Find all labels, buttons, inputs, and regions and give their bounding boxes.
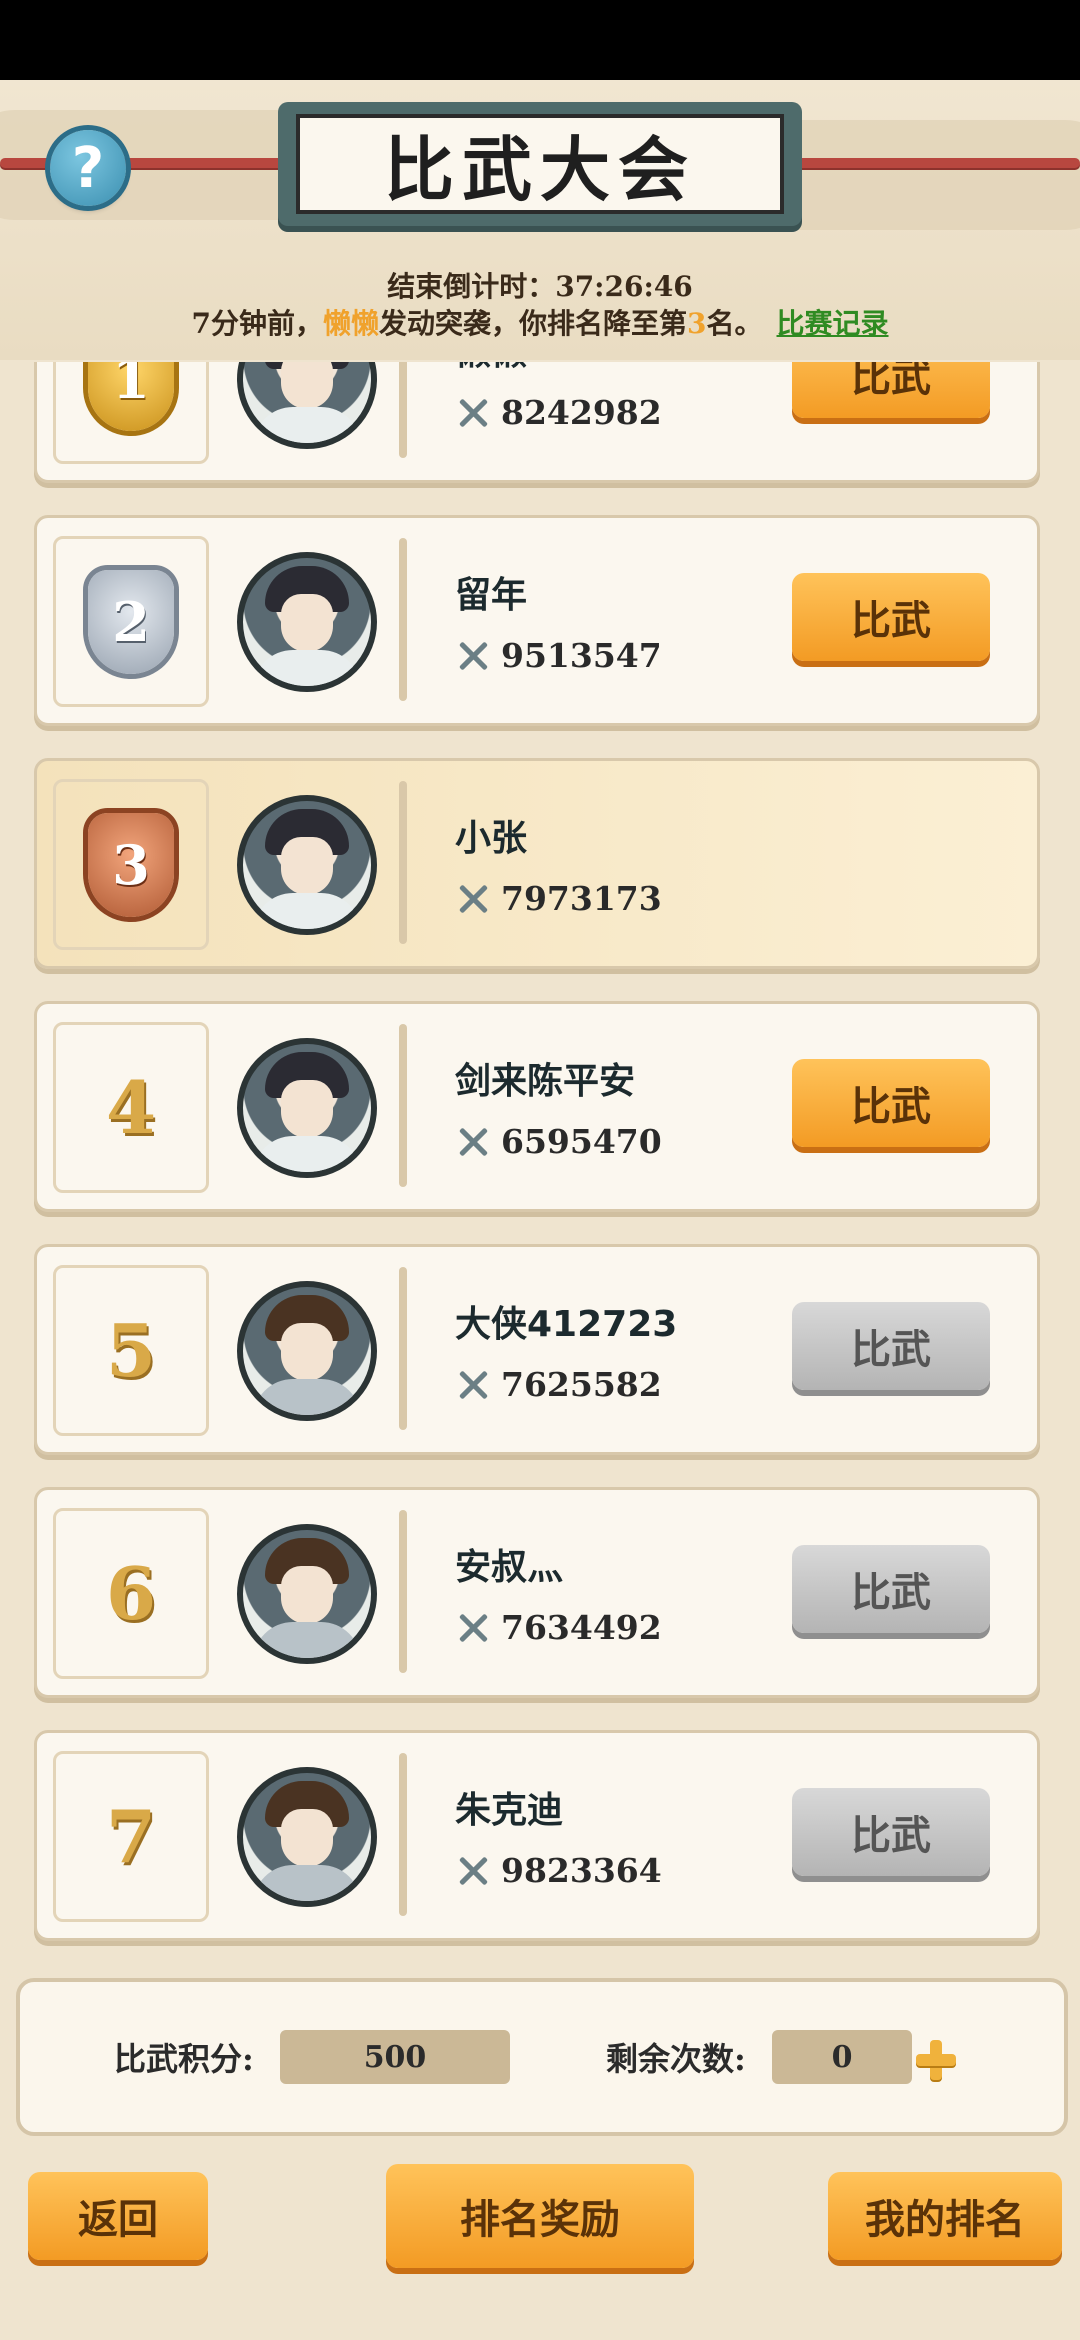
power-number: 8242982 (501, 393, 662, 432)
power-value: 7625582 (455, 1365, 662, 1404)
player-name: 小张 (455, 818, 528, 859)
crossed-swords-icon (455, 638, 491, 674)
attack-notice: 7分钟前，懒懒发动突袭，你排名降至第3名。 比赛记录 (0, 302, 1080, 342)
crossed-swords-icon (455, 1610, 491, 1646)
ranking-row: 7 朱克迪 9823364 比武 (34, 1730, 1040, 1941)
ranking-reward-button[interactable]: 排名奖励 (386, 2164, 694, 2268)
rank-number: 6 (105, 1551, 157, 1636)
countdown: 结束倒计时：37:26:46 (0, 265, 1080, 305)
rank-number: 5 (105, 1308, 157, 1393)
power-number: 7625582 (501, 1365, 662, 1404)
challenge-button[interactable]: 比武 (792, 362, 990, 418)
points-value: 500 (280, 2030, 510, 2084)
question-icon: ? (71, 135, 105, 201)
player-name: 朱克迪 (455, 1790, 564, 1831)
score-panel: 比武积分: 500 剩余次数: 0 (16, 1978, 1068, 2136)
power-value: 6595470 (455, 1122, 662, 1161)
avatar[interactable] (237, 552, 377, 692)
crossed-swords-icon (455, 1853, 491, 1889)
notice-attacker: 懒懒 (322, 307, 379, 340)
ranking-list[interactable]: 1 懒懒 8242982 比武 2 留年 9513547 比武 3 小张 797… (0, 362, 1080, 1957)
rank-badge: 4 (53, 1022, 209, 1193)
power-number: 9513547 (501, 636, 662, 675)
notice-rank: 3 (687, 307, 707, 340)
power-number: 7973173 (501, 879, 662, 918)
rank-badge: 6 (53, 1508, 209, 1679)
power-number: 9823364 (501, 1851, 662, 1890)
rank-badge: 3 (53, 779, 209, 950)
challenge-button-disabled[interactable]: 比武 (792, 1302, 990, 1390)
power-value: 8242982 (455, 393, 662, 432)
rank-badge: 7 (53, 1751, 209, 1922)
challenge-button-disabled[interactable]: 比武 (792, 1788, 990, 1876)
ranking-row: 6 安叔灬 7634492 比武 (34, 1487, 1040, 1698)
player-name: 懒懒 (455, 362, 527, 375)
player-name: 留年 (455, 575, 528, 616)
challenge-button[interactable]: 比武 (792, 1059, 990, 1147)
countdown-label: 结束倒计时： (387, 270, 556, 303)
page-title: 比武大会 (296, 114, 784, 214)
bronze-medal-icon: 3 (88, 812, 174, 917)
ranking-row-self: 3 小张 7973173 (34, 758, 1040, 969)
divider (399, 362, 407, 458)
remaining-value: 0 (772, 2030, 912, 2084)
crossed-swords-icon (455, 395, 491, 431)
divider (399, 1510, 407, 1673)
notice-mid: 发动突袭，你排名降至第 (378, 307, 687, 340)
header: ? 比武大会 结束倒计时：37:26:46 7分钟前，懒懒发动突袭，你排名降至第… (0, 80, 1080, 360)
back-button[interactable]: 返回 (28, 2172, 208, 2260)
rank-badge: 5 (53, 1265, 209, 1436)
player-name: 大侠412723 (455, 1304, 678, 1345)
avatar[interactable] (237, 1281, 377, 1421)
points-label: 比武积分: (114, 2040, 254, 2078)
notice-suffix: 名。 (706, 307, 763, 340)
help-button[interactable]: ? (50, 130, 126, 206)
my-rank-button[interactable]: 我的排名 (828, 2172, 1062, 2260)
crossed-swords-icon (455, 1124, 491, 1160)
power-number: 6595470 (501, 1122, 662, 1161)
divider (399, 538, 407, 701)
title-plaque: 比武大会 (278, 102, 802, 226)
countdown-value: 37:26:46 (555, 270, 693, 303)
notice-prefix: 7分钟前， (191, 307, 323, 340)
rank-badge: 1 (53, 362, 209, 464)
power-value: 7973173 (455, 879, 662, 918)
divider (399, 1753, 407, 1916)
status-bar (0, 0, 1080, 80)
add-attempts-icon[interactable] (916, 2040, 956, 2080)
avatar[interactable] (237, 1524, 377, 1664)
ranking-row: 2 留年 9513547 比武 (34, 515, 1040, 726)
power-number: 7634492 (501, 1608, 662, 1647)
match-record-link[interactable]: 比赛记录 (777, 307, 889, 340)
ranking-row: 4 剑来陈平安 6595470 比武 (34, 1001, 1040, 1212)
crossed-swords-icon (455, 1367, 491, 1403)
power-value: 9823364 (455, 1851, 662, 1890)
challenge-button[interactable]: 比武 (792, 573, 990, 661)
rank-number: 7 (105, 1794, 157, 1879)
avatar[interactable] (237, 1038, 377, 1178)
divider (399, 1024, 407, 1187)
avatar[interactable] (237, 1767, 377, 1907)
power-value: 7634492 (455, 1608, 662, 1647)
crossed-swords-icon (455, 881, 491, 917)
divider (399, 781, 407, 944)
silver-medal-icon: 2 (88, 569, 174, 674)
player-name: 剑来陈平安 (455, 1061, 636, 1102)
ranking-row: 1 懒懒 8242982 比武 (34, 362, 1040, 483)
gold-medal-icon: 1 (88, 362, 174, 431)
divider (399, 1267, 407, 1430)
power-value: 9513547 (455, 636, 662, 675)
challenge-button-disabled[interactable]: 比武 (792, 1545, 990, 1633)
ranking-row: 5 大侠412723 7625582 比武 (34, 1244, 1040, 1455)
avatar[interactable] (237, 362, 377, 449)
remaining-label: 剩余次数: (606, 2040, 746, 2078)
rank-badge: 2 (53, 536, 209, 707)
avatar[interactable] (237, 795, 377, 935)
player-name: 安叔灬 (455, 1547, 564, 1588)
rank-number: 4 (105, 1065, 157, 1150)
